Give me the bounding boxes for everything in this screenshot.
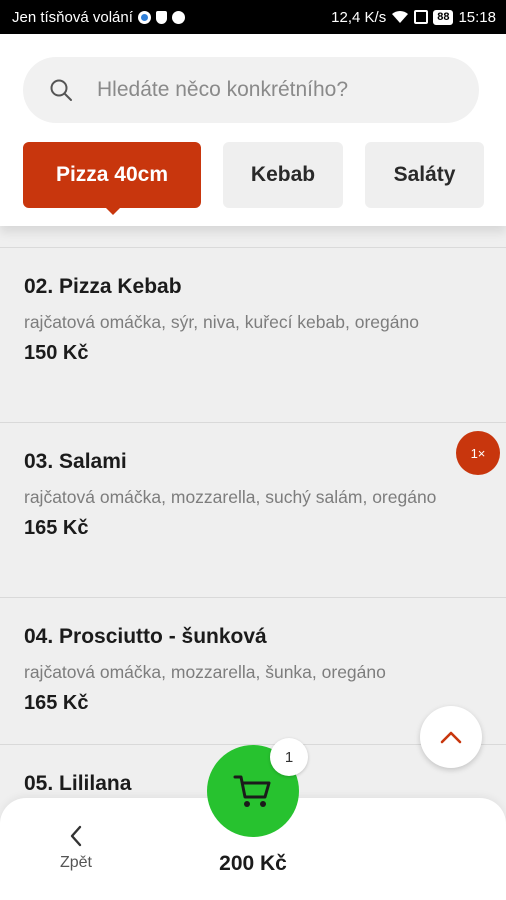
cart-total: 200 Kč [219,852,287,875]
tab-salaty[interactable]: Saláty [365,142,484,208]
item-description: rajčatová omáčka, sýr, niva, kuřecí keba… [24,312,419,332]
item-description: rajčatová omáčka, mozzarella, suchý salá… [24,487,437,507]
battery-indicator: 88 [433,9,454,25]
sim-icon [414,10,429,24]
shield-icon [155,10,167,24]
scroll-top-button[interactable] [420,706,482,768]
status-bar: Jen tísňová volání 12,4 K/s 88 15:18 [0,0,506,34]
item-name: 02. Pizza Kebab [24,275,182,298]
item-price: 165 Kč [24,517,89,539]
tab-label: Kebab [250,163,316,186]
chevron-left-icon [70,825,82,847]
item-price: 165 Kč [24,692,89,714]
network-speed: 12,4 K/s [331,8,387,26]
item-name: 04. Prosciutto - šunková [24,625,267,648]
tab-kebab[interactable]: Kebab [223,142,343,208]
vpn-icon [137,10,151,24]
cart-icon [233,775,271,807]
status-right: 12,4 K/s 88 15:18 [331,9,496,26]
facebook-icon [171,10,185,24]
tab-pizza[interactable]: Pizza 40cm [23,142,201,208]
header-panel: Hledáte něco konkrétního? Pizza 40cm Keb… [0,34,506,226]
item-price: 150 Kč [24,342,89,364]
cart-count-badge: 1 [270,738,308,776]
menu-item[interactable]: 02. Pizza Kebab rajčatová omáčka, sýr, n… [0,248,506,423]
search-input[interactable]: Hledáte něco konkrétního? [23,57,479,123]
wifi-icon [392,10,409,23]
status-left: Jen tísňová volání [12,9,185,26]
clock: 15:18 [458,8,496,26]
active-tab-pointer [104,206,122,215]
item-name: 03. Salami [24,450,127,473]
search-placeholder: Hledáte něco konkrétního? [97,78,349,101]
quantity-badge: 1× [456,431,500,475]
menu-item[interactable]: 03. Salami rajčatová omáčka, mozzarella,… [0,423,506,598]
list-divider [0,226,506,248]
chevron-up-icon [440,731,462,744]
tab-label: Pizza 40cm [55,163,169,186]
item-description: rajčatová omáčka, mozzarella, šunka, ore… [24,662,386,682]
carrier-text: Jen tísňová volání [12,8,133,26]
search-icon [50,79,72,101]
tab-label: Saláty [393,163,456,186]
